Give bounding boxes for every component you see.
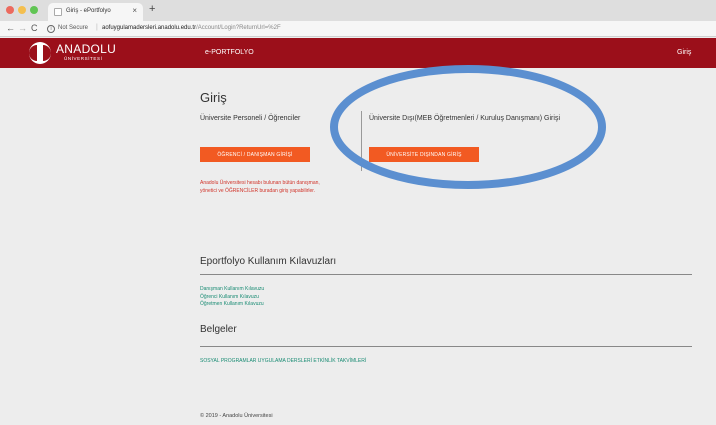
documents-section-title: Belgeler	[200, 324, 237, 335]
url-host: aofuygulamadersleri.anadolu.edu.tr	[102, 25, 197, 31]
tab-close-icon[interactable]: ×	[132, 6, 137, 15]
url-field[interactable]: aofuygulamadersleri.anadolu.edu.tr/Accou…	[102, 25, 281, 31]
forward-arrow-icon[interactable]: →	[18, 23, 27, 33]
guide-link-teacher[interactable]: Öğretmen Kullanım Kılavuzu	[200, 301, 264, 309]
anadolu-logo-icon[interactable]	[28, 41, 52, 65]
info-icon[interactable]: i	[47, 25, 55, 33]
tab-title: Giriş - ePortfolyo	[66, 8, 111, 14]
guide-link-advisor[interactable]: Danışman Kullanım Kılavuzu	[200, 286, 264, 294]
student-advisor-login-button[interactable]: ÖĞRENCİ / DANIŞMAN GİRİŞİ	[200, 147, 310, 162]
page-title: Giriş	[200, 90, 227, 105]
activity-calendar-link[interactable]: SOSYAL PROGRAMLAR UYGULAMA DERSLERİ ETKİ…	[200, 358, 366, 364]
logo-name: ANADOLU	[56, 42, 117, 56]
url-separator: |	[96, 24, 98, 31]
logo-subtitle: ÜNİVERSİTESİ	[64, 56, 103, 61]
guide-links-list: Danışman Kullanım Kılavuzu Öğrenci Kulla…	[200, 286, 264, 309]
nav-login-link[interactable]: Giriş	[677, 49, 691, 56]
url-path: /Account/Login?ReturnUrl=%2F	[196, 25, 281, 31]
footer-copyright: © 2019 - Anadolu Üniversitesi	[200, 413, 273, 419]
nav-eportfolyo-link[interactable]: e-PORTFOLYO	[205, 49, 254, 56]
page-favicon-icon	[54, 8, 62, 16]
security-status[interactable]: Not Secure	[58, 25, 88, 31]
guides-section-title: Eportfolyo Kullanım Kılavuzları	[200, 256, 337, 267]
window-minimize-button[interactable]	[18, 6, 26, 14]
window-close-button[interactable]	[6, 6, 14, 14]
window-maximize-button[interactable]	[30, 6, 38, 14]
address-bar: ← → C i Not Secure | aofuygulamadersleri…	[0, 21, 716, 37]
reload-icon[interactable]: C	[31, 23, 38, 33]
back-arrow-icon[interactable]: ←	[6, 23, 15, 33]
browser-tab-strip: Giriş - ePortfolyo × +	[0, 0, 716, 21]
documents-divider	[200, 346, 692, 347]
university-login-label: Üniversite Personeli / Öğrenciler	[200, 115, 301, 122]
guides-divider	[200, 274, 692, 275]
new-tab-button[interactable]: +	[149, 3, 155, 15]
browser-tab[interactable]: Giriş - ePortfolyo ×	[48, 3, 143, 21]
guide-link-student[interactable]: Öğrenci Kullanım Kılavuzu	[200, 294, 264, 302]
highlight-ellipse-annotation	[330, 65, 606, 189]
